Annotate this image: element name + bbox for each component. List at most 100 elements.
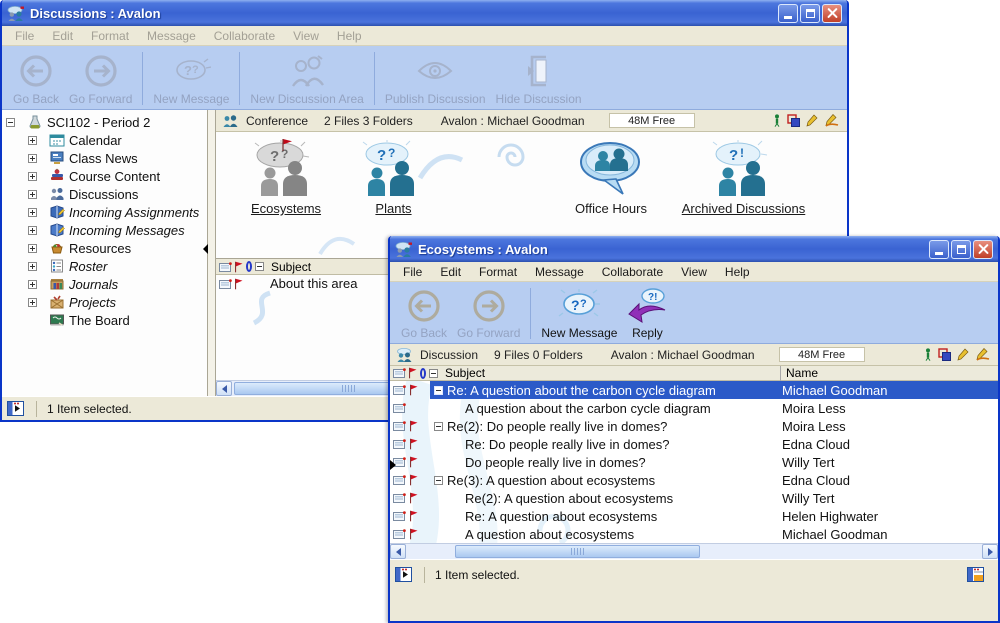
- subject-column-header[interactable]: Subject: [271, 260, 311, 274]
- sidebar-item-incoming-messages[interactable]: Incoming Messages: [2, 221, 207, 239]
- new-discussion-area-button[interactable]: New Discussion Area: [245, 50, 368, 107]
- sidebar-item-discussions[interactable]: Discussions: [2, 185, 207, 203]
- menu-collaborate[interactable]: Collaborate: [205, 27, 284, 45]
- menu-view[interactable]: View: [672, 263, 716, 281]
- scroll-right-button[interactable]: [982, 544, 998, 559]
- message-row[interactable]: Re(2): Do people really live in domes?Mo…: [390, 417, 998, 435]
- maximize-button[interactable]: [800, 4, 820, 23]
- go-back-button[interactable]: Go Back: [396, 286, 452, 341]
- flag-column-icon[interactable]: [408, 367, 417, 379]
- menu-format[interactable]: Format: [470, 263, 526, 281]
- titlebar[interactable]: Ecosystems : Avalon: [390, 236, 998, 262]
- permissions-icon[interactable]: [938, 348, 951, 361]
- sidebar-item-course-content[interactable]: Course Content: [2, 167, 207, 185]
- new-message-button[interactable]: ?? New Message: [536, 286, 622, 341]
- signature-pencil-icon[interactable]: [824, 114, 839, 127]
- sidebar-item-the-board[interactable]: The Board: [2, 311, 207, 329]
- sidebar-item-projects[interactable]: Projects: [2, 293, 207, 311]
- scroll-left-button[interactable]: [390, 544, 406, 559]
- sidebar-item-root[interactable]: SCI102 - Period 2: [2, 113, 207, 131]
- publish-discussion-button[interactable]: Publish Discussion: [380, 50, 491, 107]
- expand-icon[interactable]: [28, 190, 37, 199]
- message-row[interactable]: A question about the carbon cycle diagra…: [390, 399, 998, 417]
- signature-pencil-icon[interactable]: [975, 348, 990, 361]
- sidebar-item-class-news[interactable]: Class News: [2, 149, 207, 167]
- menu-message[interactable]: Message: [526, 263, 593, 281]
- hide-discussion-button[interactable]: Hide Discussion: [491, 50, 587, 107]
- expand-icon[interactable]: [28, 298, 37, 307]
- scrollbar-thumb[interactable]: [455, 545, 700, 558]
- edit-pencil-icon[interactable]: [806, 114, 818, 127]
- pane-toggle-icon[interactable]: [395, 567, 412, 582]
- desktop-icon-plants[interactable]: ?? Plants: [346, 140, 441, 216]
- horizontal-scrollbar[interactable]: [390, 543, 998, 559]
- pane-toggle-icon[interactable]: [7, 401, 24, 416]
- sidebar-item-journals[interactable]: Journals: [2, 275, 207, 293]
- sidebar-item-calendar[interactable]: Calendar: [2, 131, 207, 149]
- thread-collapse-icon[interactable]: [434, 386, 443, 395]
- expand-icon[interactable]: [28, 244, 37, 253]
- thread-collapse-icon[interactable]: [434, 476, 443, 485]
- reply-button[interactable]: ?! Reply: [622, 286, 672, 341]
- go-forward-button[interactable]: Go Forward: [452, 286, 525, 341]
- message-row[interactable]: Re(3): A question about ecosystemsEdna C…: [390, 471, 998, 489]
- thread-collapse-icon[interactable]: [434, 422, 443, 431]
- name-column-header[interactable]: Name: [780, 366, 818, 381]
- view-mode-icon[interactable]: [967, 567, 984, 582]
- go-back-button[interactable]: Go Back: [8, 50, 64, 107]
- splitter-collapse-arrow[interactable]: [203, 244, 208, 254]
- menu-collaborate[interactable]: Collaborate: [593, 263, 672, 281]
- splitter-arrow[interactable]: [390, 460, 396, 470]
- desktop-icon-archived-discussions[interactable]: ?! Archived Discussions: [656, 140, 831, 216]
- close-button[interactable]: [822, 4, 842, 23]
- message-row[interactable]: A question about ecosystemsMichael Goodm…: [390, 525, 998, 543]
- menu-help[interactable]: Help: [716, 263, 759, 281]
- message-row[interactable]: Re: Do people really live in domes?Edna …: [390, 435, 998, 453]
- close-button[interactable]: [973, 240, 993, 259]
- collapse-all-icon[interactable]: [255, 262, 264, 271]
- permissions-icon[interactable]: [787, 114, 800, 127]
- sidebar-item-roster[interactable]: Roster: [2, 257, 207, 275]
- message-row[interactable]: Do people really live in domes?Willy Ter…: [390, 453, 998, 471]
- sidebar-item-incoming-assignments[interactable]: Incoming Assignments: [2, 203, 207, 221]
- expand-icon[interactable]: [28, 136, 37, 145]
- minimize-button[interactable]: [778, 4, 798, 23]
- scroll-left-button[interactable]: [216, 381, 232, 396]
- pane-splitter[interactable]: [208, 110, 215, 396]
- expand-icon[interactable]: [28, 208, 37, 217]
- flag-column-icon[interactable]: [234, 261, 243, 273]
- online-user-icon[interactable]: [773, 114, 781, 127]
- attachment-column-icon[interactable]: [420, 368, 426, 379]
- menu-message[interactable]: Message: [138, 27, 205, 45]
- collapse-all-icon[interactable]: [429, 369, 438, 378]
- online-user-icon[interactable]: [924, 348, 932, 361]
- expand-icon[interactable]: [28, 226, 37, 235]
- envelope-icon[interactable]: [219, 262, 232, 272]
- menu-edit[interactable]: Edit: [431, 263, 470, 281]
- attachment-column-icon[interactable]: [246, 261, 252, 272]
- message-row[interactable]: Re: A question about ecosystemsHelen Hig…: [390, 507, 998, 525]
- desktop-icon-ecosystems[interactable]: ?? Ecosystems: [226, 140, 346, 216]
- envelope-column-icon[interactable]: [393, 368, 406, 378]
- expand-icon[interactable]: [28, 154, 37, 163]
- menu-help[interactable]: Help: [328, 27, 371, 45]
- message-row[interactable]: Re: A question about the carbon cycle di…: [390, 381, 998, 399]
- menu-file[interactable]: File: [6, 27, 43, 45]
- message-row[interactable]: Re(2): A question about ecosystemsWilly …: [390, 489, 998, 507]
- new-message-button[interactable]: ?? New Message: [148, 50, 234, 107]
- collapse-icon[interactable]: [6, 118, 15, 127]
- edit-pencil-icon[interactable]: [957, 348, 969, 361]
- expand-icon[interactable]: [28, 262, 37, 271]
- menu-view[interactable]: View: [284, 27, 328, 45]
- titlebar[interactable]: Discussions : Avalon: [2, 0, 847, 26]
- expand-icon[interactable]: [28, 280, 37, 289]
- menu-edit[interactable]: Edit: [43, 27, 82, 45]
- subject-column-header[interactable]: Subject: [445, 366, 485, 380]
- expand-icon[interactable]: [28, 172, 37, 181]
- menu-file[interactable]: File: [394, 263, 431, 281]
- minimize-button[interactable]: [929, 240, 949, 259]
- maximize-button[interactable]: [951, 240, 971, 259]
- sidebar-item-resources[interactable]: Resources: [2, 239, 207, 257]
- go-forward-button[interactable]: Go Forward: [64, 50, 137, 107]
- menu-format[interactable]: Format: [82, 27, 138, 45]
